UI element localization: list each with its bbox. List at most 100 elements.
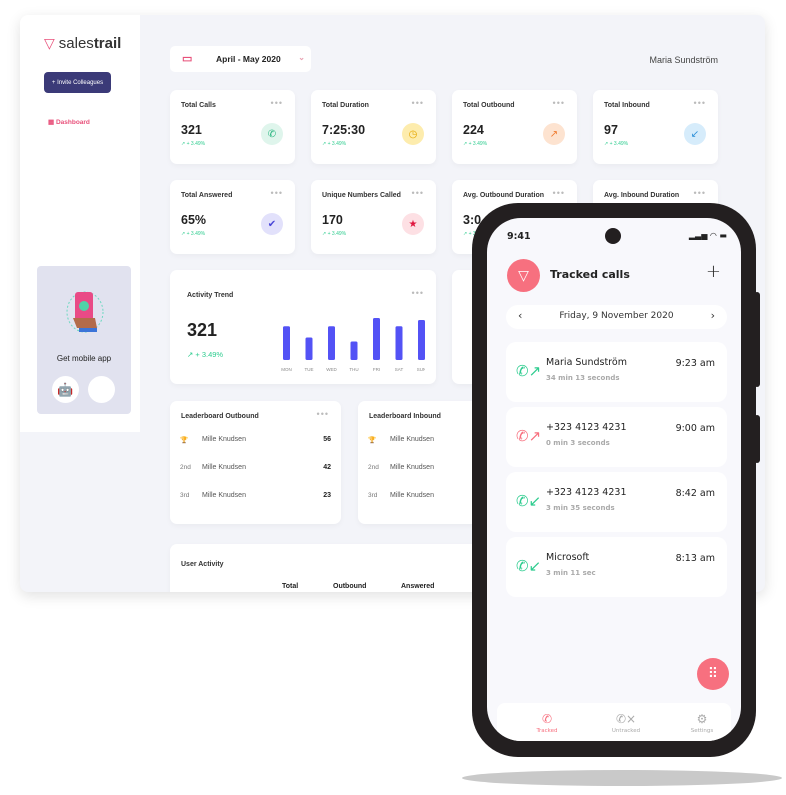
phone-shadow — [462, 770, 782, 786]
rank: 3rd — [368, 492, 378, 499]
stat-value: 321 — [181, 123, 202, 137]
stat-value: 7:25:30 — [322, 123, 366, 137]
leader-name: Mille Knudsen — [202, 464, 246, 471]
calendar-icon: ▭ — [182, 53, 193, 65]
stat-change: + 3.49% — [186, 231, 206, 237]
chevron-right-icon[interactable]: › — [711, 309, 715, 322]
stat-card: Total Inbound ••• 97 ↗ + 3.49% ↙ — [593, 90, 718, 164]
stat-value: 224 — [463, 123, 484, 137]
stat-label: Unique Numbers Called — [322, 192, 401, 199]
leader-score: 23 — [323, 492, 331, 499]
call-list-item[interactable]: ✆↗ +323 4123 4231 0 min 3 seconds 9:00 a… — [506, 407, 727, 467]
stat-card: Total Outbound ••• 224 ↗ + 3.49% ↗ — [452, 90, 577, 164]
dashboard-label: Dashboard — [55, 119, 90, 126]
more-icon[interactable]: ••• — [271, 188, 283, 198]
more-icon[interactable]: ••• — [553, 98, 565, 108]
logo: ▽ salestrail — [44, 35, 121, 52]
activity-change: + 3.49% — [195, 350, 224, 359]
x-tick-label: MON — [281, 367, 292, 372]
tab-label: Tracked — [536, 728, 558, 734]
more-icon[interactable]: ••• — [412, 188, 424, 198]
grid-icon: ▦ — [48, 119, 56, 126]
sidebar-item-dashboard[interactable]: ▦ Dashboard — [48, 118, 90, 126]
phone-missed-icon: ✆× — [615, 712, 637, 726]
bar-thu — [350, 341, 358, 360]
stat-change: + 3.49% — [327, 141, 347, 147]
tab-label: Untracked — [611, 728, 641, 734]
invite-label: Invite Colleagues — [57, 79, 104, 86]
call-list-item[interactable]: ✆↙ +323 4123 4231 3 min 35 seconds 8:42 … — [506, 472, 727, 532]
user-activity-card: User Activity Total Outbound Answered — [170, 544, 510, 592]
activity-bar-chart: MON TUE WED THU FRI SAT SUN — [281, 318, 425, 372]
check-icon: ✔ — [261, 213, 283, 235]
add-icon[interactable]: + — [706, 261, 721, 282]
bar-sat — [395, 326, 403, 360]
user-activity-title: User Activity — [181, 561, 224, 568]
more-icon[interactable]: ••• — [317, 409, 329, 419]
call-time: 9:00 am — [675, 423, 715, 434]
phone-icon: ✆ — [261, 123, 283, 145]
leaderboard-row: 2nd Mille Knudsen — [368, 464, 488, 471]
call-list-item[interactable]: ✆↗ Maria Sundström 34 min 13 seconds 9:2… — [506, 342, 727, 402]
outbound-call-icon: ✆↗ — [516, 427, 542, 445]
more-icon[interactable]: ••• — [694, 188, 706, 198]
bar-mon — [283, 326, 290, 360]
stat-change: + 3.49% — [609, 141, 629, 147]
stat-change: + 3.49% — [327, 231, 347, 237]
column-header-answered: Answered — [401, 583, 435, 590]
x-tick-label: SUN — [417, 367, 425, 372]
bottom-nav: ✆ Tracked ✆× Untracked ⚙ Settings — [497, 703, 731, 741]
call-duration: 3 min 11 sec — [546, 569, 596, 577]
stat-value: 65% — [181, 213, 207, 227]
more-icon[interactable]: ••• — [412, 288, 424, 298]
inbound-call-icon: ↙ — [684, 123, 706, 145]
more-icon[interactable]: ••• — [271, 98, 283, 108]
stat-label: Avg. Outbound Duration — [463, 192, 545, 199]
invite-colleagues-button[interactable]: + Invite Colleagues — [44, 72, 111, 93]
camera-notch — [605, 228, 621, 244]
tab-label: Settings — [690, 728, 714, 734]
caller-name: +323 4123 4231 — [546, 422, 627, 433]
call-time: 9:23 am — [675, 358, 715, 369]
logo-text: sales — [58, 35, 94, 52]
leader-score: 42 — [323, 464, 331, 471]
more-icon[interactable]: ••• — [412, 98, 424, 108]
gear-icon: ⚙ — [696, 712, 708, 726]
date-range-picker[interactable]: ▭ April - May 2020 ⌄ — [170, 46, 311, 72]
call-list-item[interactable]: ✆↙ Microsoft 3 min 11 sec 8:13 am — [506, 537, 727, 597]
android-icon: 🤖 — [57, 381, 74, 397]
more-icon[interactable]: ••• — [694, 98, 706, 108]
stat-change: + 3.49% — [186, 141, 206, 147]
user-name[interactable]: Maria Sundström — [649, 55, 718, 65]
x-tick-label: TUE — [305, 367, 314, 372]
trophy-icon: 🏆 — [180, 437, 189, 444]
apple-store-button[interactable] — [88, 376, 115, 403]
outbound-call-icon: ✆↗ — [516, 362, 542, 380]
outbound-call-icon: ↗ — [543, 123, 565, 145]
chevron-down-icon: ⌄ — [298, 53, 305, 62]
trophy-icon: 🏆 — [368, 437, 377, 444]
leaderboard-outbound-title: Leaderboard Outbound — [181, 413, 259, 420]
android-store-button[interactable]: 🤖 — [52, 376, 79, 403]
leaderboard-row: 3rd Mille Knudsen 23 — [180, 492, 331, 499]
leaderboard-row: 2nd Mille Knudsen 42 — [180, 464, 331, 471]
tab-untracked[interactable]: ✆× Untracked — [596, 712, 656, 734]
tab-settings[interactable]: ⚙ Settings — [672, 712, 732, 734]
rank: 2nd — [368, 464, 379, 471]
stat-label: Avg. Inbound Duration — [604, 192, 680, 199]
activity-value: 321 — [187, 320, 218, 340]
phone-screen: 9:41 ▂▃▅ ◠ ▬ ▽ Tracked calls + ‹ Friday,… — [487, 218, 741, 741]
dialpad-button[interactable]: ⠿ — [697, 658, 729, 690]
screen-title: Tracked calls — [550, 268, 630, 281]
leaderboard-row: 🏆 Mille Knudsen — [368, 436, 488, 444]
bar-sun — [418, 320, 425, 360]
phone-icon: ✆ — [541, 712, 553, 726]
stat-label: Total Inbound — [604, 102, 650, 109]
x-tick-label: FRI — [373, 367, 380, 372]
get-mobile-app-title: Get mobile app — [56, 354, 112, 363]
activity-trend-card: Activity Trend ••• 321 ↗ + 3.49% MON TUE W… — [170, 270, 436, 384]
phone-mockup: 9:41 ▂▃▅ ◠ ▬ ▽ Tracked calls + ‹ Friday,… — [472, 203, 756, 757]
inbound-call-icon: ✆↙ — [516, 492, 542, 510]
tab-tracked[interactable]: ✆ Tracked — [517, 712, 577, 734]
more-icon[interactable]: ••• — [553, 188, 565, 198]
